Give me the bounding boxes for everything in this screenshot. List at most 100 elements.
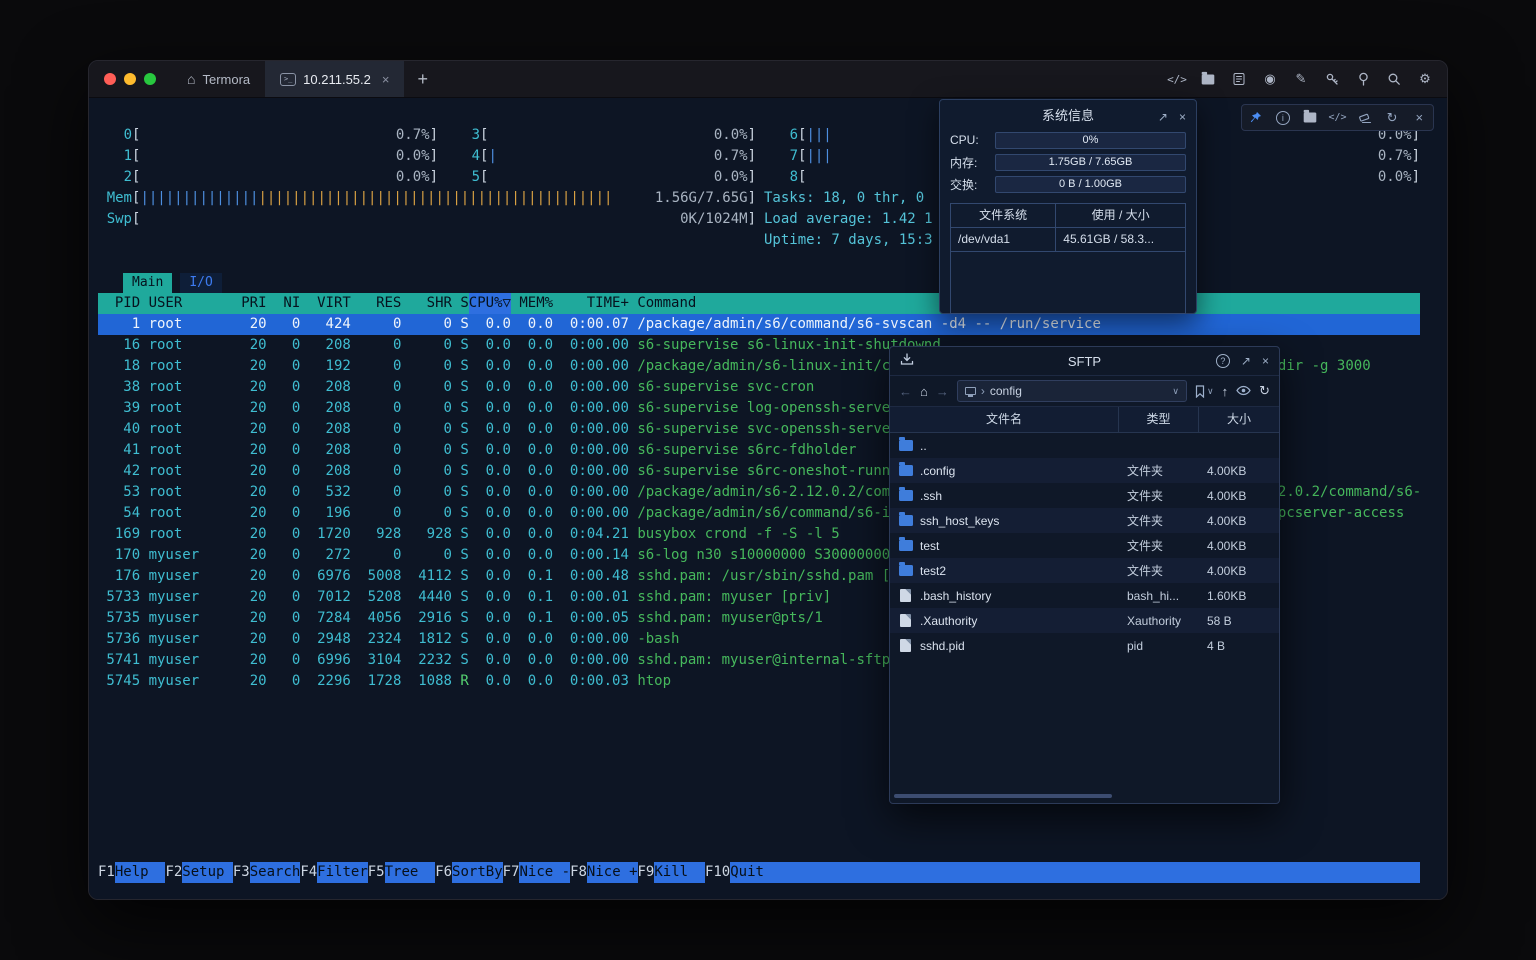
file-row-sshd.pid[interactable]: sshd.pidpid4 B (890, 633, 1279, 658)
file-type: 文件夹 (1119, 512, 1199, 529)
external-link-icon[interactable]: ↗ (1241, 354, 1251, 368)
file-type: pid (1119, 639, 1199, 653)
tab-close-icon[interactable]: × (382, 72, 390, 87)
folder-icon[interactable] (1303, 110, 1318, 125)
sftp-titlebar[interactable]: SFTP ? ↗ × (890, 347, 1279, 376)
fkey-F2[interactable]: F2Setup (165, 862, 232, 883)
file-row-test[interactable]: test文件夹4.00KB (890, 533, 1279, 558)
fkey-F9[interactable]: F9Kill (638, 862, 705, 883)
help-icon[interactable]: ? (1216, 354, 1230, 368)
edit-icon[interactable]: ✎ (1293, 71, 1309, 87)
file-row-.config[interactable]: .config文件夹4.00KB (890, 458, 1279, 483)
up-directory-icon[interactable]: ↑ (1222, 384, 1229, 399)
fkey-F7[interactable]: F7Nice - (503, 862, 570, 883)
fkey-F8[interactable]: F8Nice + (570, 862, 637, 883)
show-hidden-icon[interactable] (1236, 384, 1251, 399)
tab-io[interactable]: I/O (180, 273, 221, 293)
col-cpu: 0.0 (469, 398, 511, 419)
col-time: 0:00.00 (553, 461, 629, 482)
back-icon[interactable]: ← (899, 384, 912, 399)
file-size: 4.00KB (1199, 464, 1279, 478)
folder-icon[interactable] (1200, 71, 1216, 87)
minimize-button[interactable] (124, 73, 136, 85)
col-pri: 20 (233, 419, 267, 440)
folder-icon (899, 540, 913, 551)
settings-icon[interactable]: ⚙ (1417, 71, 1433, 87)
bookmark-icon[interactable]: ∨ (1195, 385, 1214, 398)
refresh-icon[interactable]: ↻ (1385, 110, 1400, 125)
col-time: 0:00.07 (553, 314, 629, 335)
fkey-F4[interactable]: F4Filter (300, 862, 367, 883)
terminal-icon: >_ (280, 73, 296, 86)
file-row-.ssh[interactable]: .ssh文件夹4.00KB (890, 483, 1279, 508)
home-icon[interactable]: ⌂ (920, 384, 928, 399)
new-tab-button[interactable]: + (404, 69, 441, 90)
tab-main[interactable]: Main (123, 273, 172, 293)
file-row-test2[interactable]: test2文件夹4.00KB (890, 558, 1279, 583)
record-icon[interactable]: ◉ (1262, 71, 1278, 87)
header-res[interactable]: RES (351, 293, 402, 314)
code-icon[interactable]: </> (1169, 71, 1185, 87)
column-type[interactable]: 类型 (1119, 407, 1199, 432)
tab-termora[interactable]: ⌂ Termora (172, 61, 265, 97)
file-name: .config (890, 464, 1119, 478)
key-icon[interactable] (1324, 71, 1340, 87)
col-mem: 0.0 (511, 671, 553, 692)
info-icon[interactable]: i (1275, 110, 1290, 125)
file-row-.bash_history[interactable]: .bash_historybash_hi...1.60KB (890, 583, 1279, 608)
search-icon[interactable] (1386, 71, 1402, 87)
refresh-icon[interactable]: ↻ (1259, 383, 1270, 399)
header-pri[interactable]: PRI (233, 293, 267, 314)
close-icon[interactable]: × (1412, 110, 1427, 125)
tab-session[interactable]: >_ 10.211.55.2 × (265, 61, 404, 97)
header-shr[interactable]: SHR (401, 293, 452, 314)
fkey-F3[interactable]: F3Search (233, 862, 300, 883)
filesystem-row[interactable]: /dev/vda1 45.61GB / 58.3... (951, 228, 1185, 252)
titlebar: ⌂ Termora >_ 10.211.55.2 × + </> ◉ ✎ (89, 61, 1447, 98)
column-filename[interactable]: 文件名 (890, 407, 1119, 432)
col-pri: 20 (233, 398, 267, 419)
cpu-meter-1: 1[0.0%] (98, 146, 438, 167)
find-icon[interactable] (1355, 71, 1371, 87)
cpu-meter-0: 0[0.7%] (98, 125, 438, 146)
file-row-..[interactable]: .. (890, 433, 1279, 458)
file-row-ssh_host_keys[interactable]: ssh_host_keys文件夹4.00KB (890, 508, 1279, 533)
col-user: root (149, 440, 233, 461)
header-s[interactable]: S (452, 293, 469, 314)
file-size: 4 B (1199, 639, 1279, 653)
pin-icon[interactable] (1248, 110, 1263, 125)
file-name: .Xauthority (890, 614, 1119, 628)
process-row-1[interactable]: 1root20042400S0.00.00:00.07/package/admi… (98, 314, 1420, 335)
path-breadcrumb[interactable]: › config ∨ (957, 380, 1187, 402)
external-link-icon[interactable]: ↗ (1158, 108, 1168, 126)
fkey-F10[interactable]: F10Quit (705, 862, 781, 883)
chevron-down-icon[interactable]: ∨ (1172, 386, 1179, 397)
col-res: 0 (351, 356, 402, 377)
log-icon[interactable] (1231, 71, 1247, 87)
header-ni[interactable]: NI (267, 293, 301, 314)
zoom-button[interactable] (144, 73, 156, 85)
fkey-F1[interactable]: F1Help (98, 862, 165, 883)
scrollbar-thumb[interactable] (894, 794, 1112, 798)
header-user[interactable]: USER (149, 293, 233, 314)
header-virt[interactable]: VIRT (300, 293, 351, 314)
col-mem: 0.0 (511, 440, 553, 461)
fkey-F6[interactable]: F6SortBy (435, 862, 502, 883)
clean-icon[interactable] (1357, 110, 1372, 125)
close-button[interactable] (104, 73, 116, 85)
file-row-.Xauthority[interactable]: .XauthorityXauthority58 B (890, 608, 1279, 633)
forward-icon[interactable]: → (936, 384, 949, 399)
column-size[interactable]: 大小 (1199, 407, 1279, 432)
fkey-F5[interactable]: F5Tree (368, 862, 435, 883)
col-user: root (149, 461, 233, 482)
col-mem: 0.0 (511, 461, 553, 482)
header-mem[interactable]: MEM% (511, 293, 553, 314)
file-name: ssh_host_keys (890, 514, 1119, 528)
header-time[interactable]: TIME+ (553, 293, 629, 314)
header-pid[interactable]: PID (98, 293, 140, 314)
close-icon[interactable]: × (1179, 108, 1186, 126)
code-icon[interactable]: </> (1330, 110, 1345, 125)
close-icon[interactable]: × (1262, 354, 1269, 368)
header-cpu[interactable]: CPU%▽ (469, 293, 511, 314)
path-segment[interactable]: config (990, 384, 1022, 398)
